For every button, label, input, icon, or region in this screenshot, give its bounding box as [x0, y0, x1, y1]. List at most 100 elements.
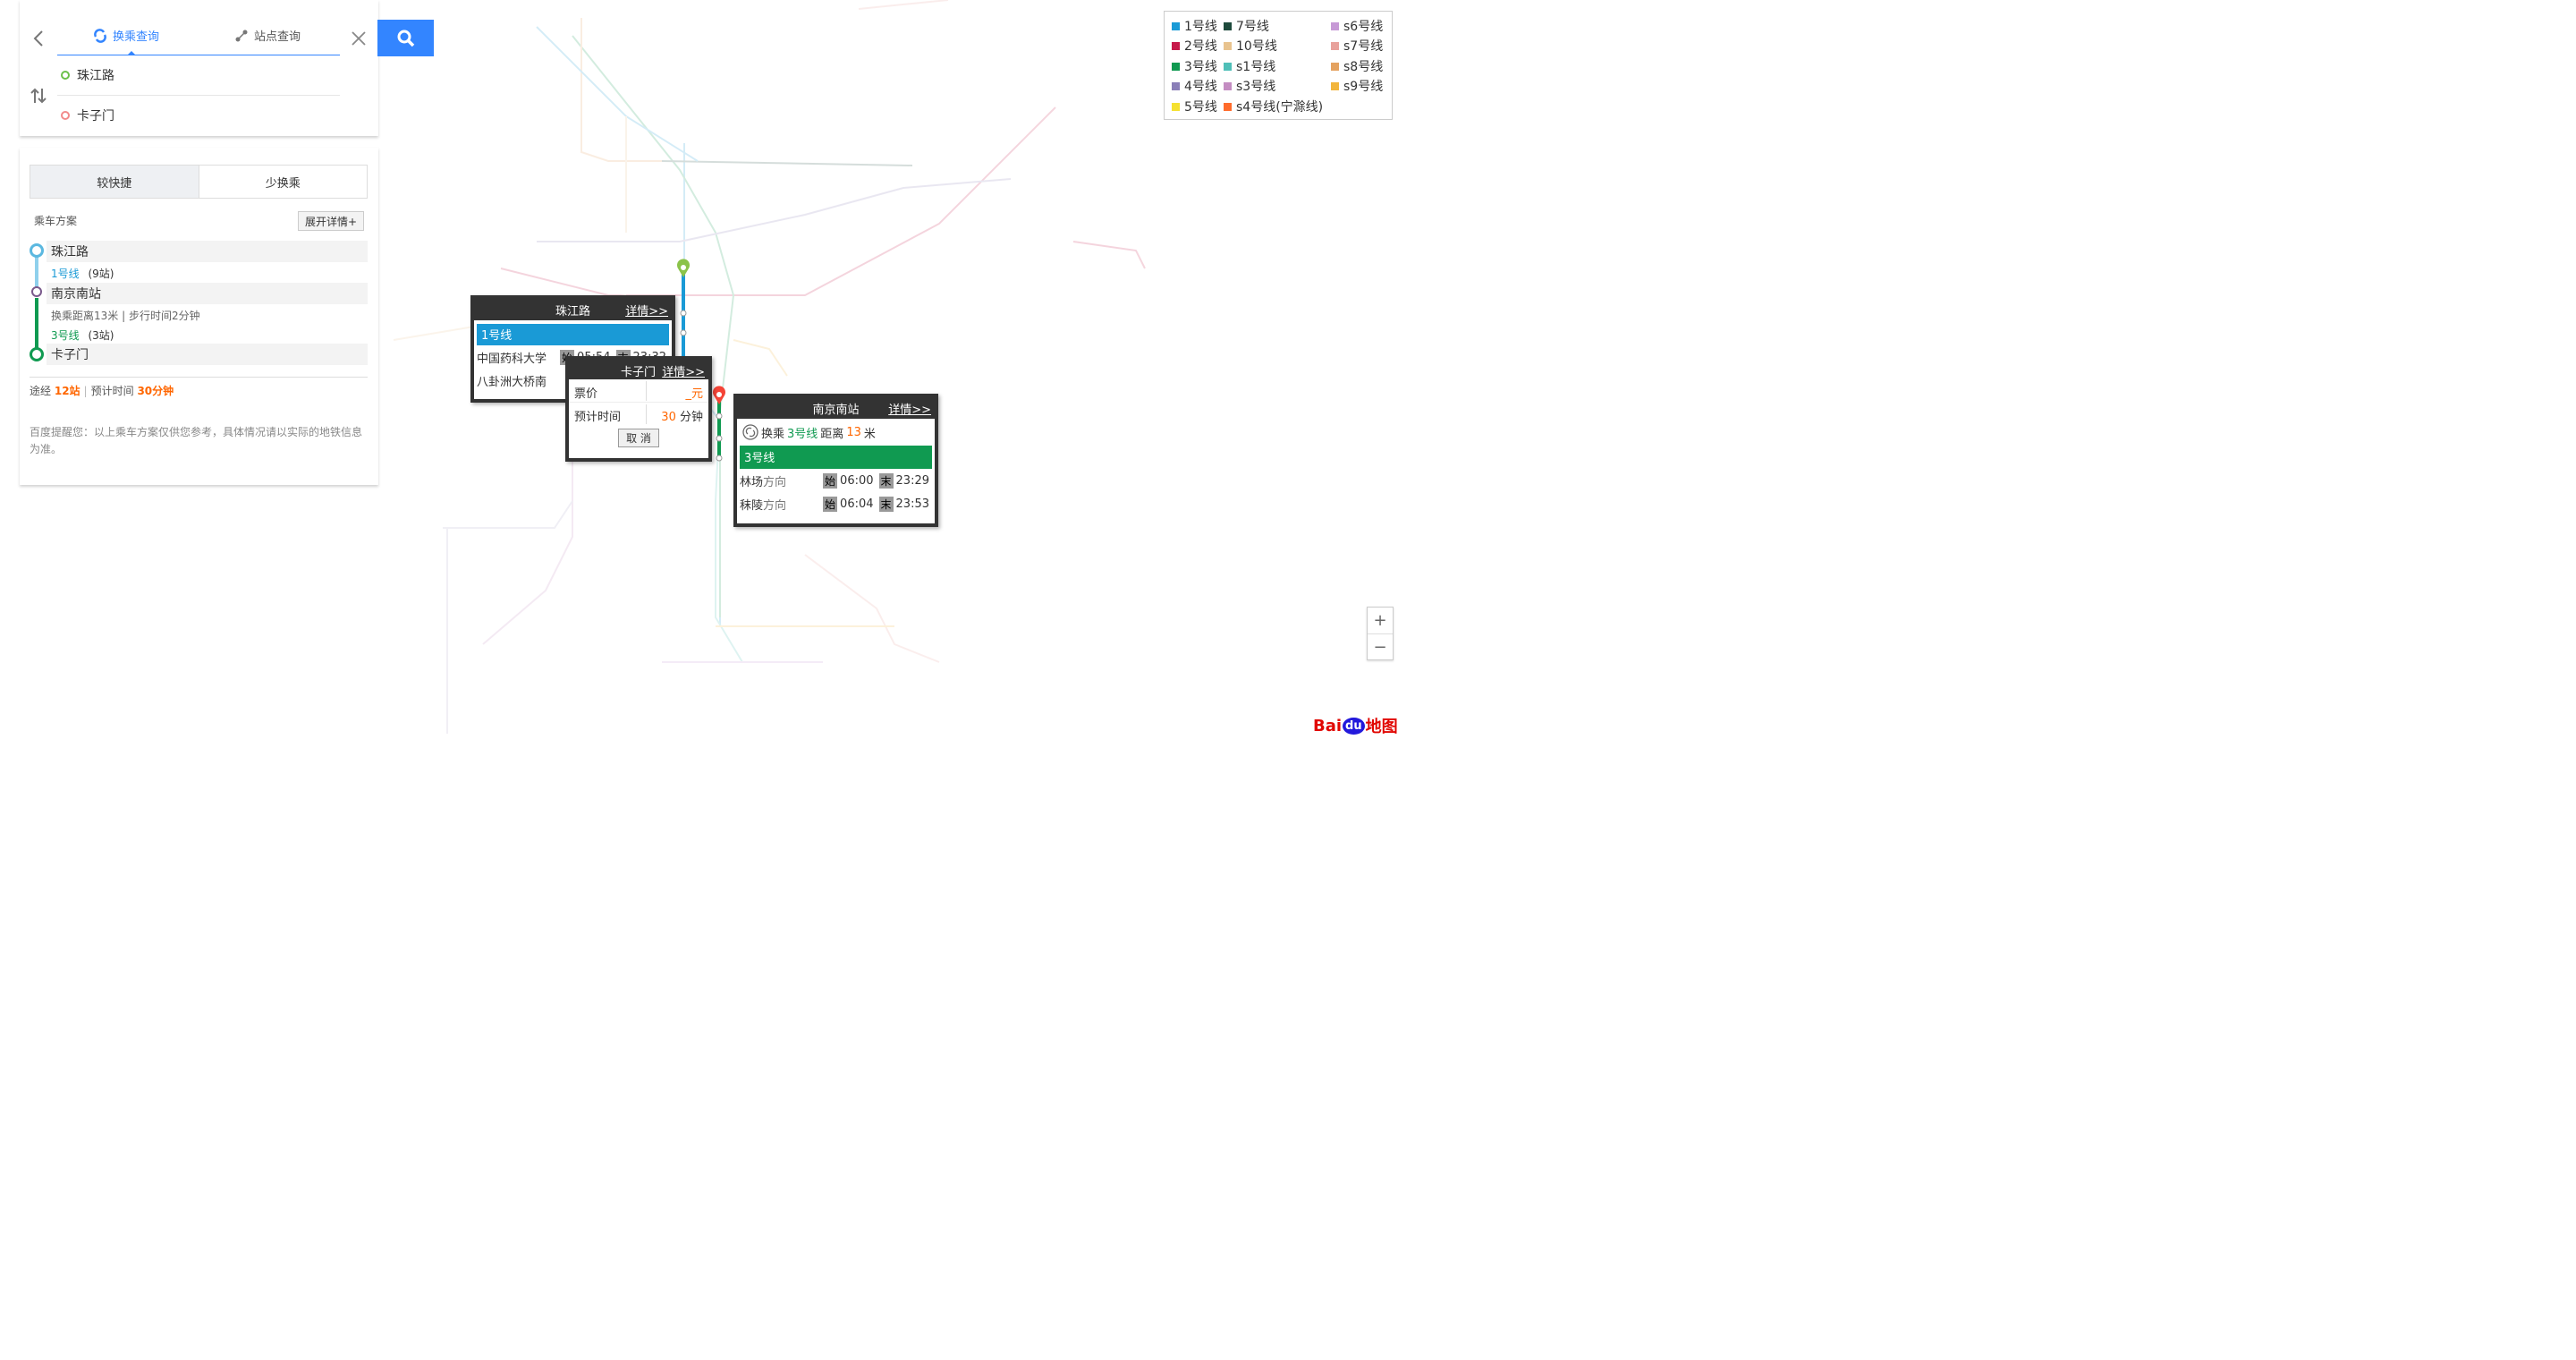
legend-item-line3[interactable]: 3号线 — [1172, 57, 1217, 75]
direction-name: 秣陵 — [740, 498, 764, 513]
legend-swatch — [1224, 21, 1232, 30]
legend-item-line7[interactable]: 7号线 — [1224, 17, 1269, 35]
legend-item-s1[interactable]: s1号线 — [1224, 57, 1275, 75]
legend-swatch — [1331, 62, 1339, 71]
chevron-left-icon — [33, 30, 43, 47]
line3-segment — [35, 298, 38, 353]
route-mode-tabs: 较快捷 少换乘 — [30, 165, 368, 199]
first-train-badge: 始 — [823, 472, 838, 489]
transfer-distance: 13 — [846, 425, 861, 439]
direction-name: 林场 — [740, 475, 764, 489]
leg2-line[interactable]: 3号线 — [51, 329, 80, 342]
legend-label: s1号线 — [1236, 60, 1276, 74]
route-stop-transfer[interactable]: 南京南站 — [47, 283, 368, 304]
leg1-info: 1号线 (9站) — [51, 266, 114, 281]
tab-station-query[interactable]: 站点查询 — [234, 27, 301, 44]
legend-label: 7号线 — [1236, 20, 1269, 34]
direction-name: 中国药科大学 — [477, 352, 547, 366]
time-value: 30 — [661, 411, 676, 424]
legend-item-s9[interactable]: s9号线 — [1331, 77, 1383, 95]
cancel-button[interactable]: 取 消 — [618, 429, 659, 447]
direction-name: 八卦洲大桥南 — [477, 375, 547, 389]
popup-line-bar: 1号线 — [477, 324, 669, 345]
legend-label: 4号线 — [1184, 80, 1217, 94]
popup-detail-link[interactable]: 详情>> — [625, 302, 668, 319]
popup-detail-link[interactable]: 详情>> — [662, 362, 705, 379]
swap-stops-button[interactable] — [29, 86, 48, 106]
back-button[interactable] — [29, 27, 48, 50]
tab-fewer-transfers[interactable]: 少换乘 — [199, 166, 368, 198]
route-stop-start[interactable]: 珠江路 — [47, 241, 368, 262]
field-divider — [57, 95, 340, 96]
legend-label: 1号线 — [1184, 20, 1217, 34]
legend-item-s3[interactable]: s3号线 — [1224, 77, 1275, 95]
legend-item-s6[interactable]: s6号线 — [1331, 17, 1383, 35]
swap-icon — [30, 88, 47, 104]
station-popup-kazimen: 卡子门 详情>> 票价 _元 预计时间 30 分钟 取 消 — [565, 356, 712, 462]
legend-label: s8号线 — [1343, 60, 1384, 74]
transfer-icon — [742, 424, 758, 440]
popup-header: 南京南站 详情>> — [737, 397, 935, 419]
legend-swatch — [1331, 81, 1339, 90]
popup-detail-link[interactable]: 详情>> — [888, 400, 931, 417]
popup-line-bar: 3号线 — [740, 446, 932, 467]
legend-item-line5[interactable]: 5号线 — [1172, 98, 1217, 115]
from-station-field[interactable]: 珠江路 — [61, 58, 338, 92]
legend-swatch — [1224, 62, 1232, 71]
summary-stations: 12站 — [54, 385, 80, 397]
legend-item-line2[interactable]: 2号线 — [1172, 37, 1217, 55]
search-button[interactable] — [377, 20, 434, 56]
legend-swatch — [1331, 21, 1339, 30]
legend-item-s8[interactable]: s8号线 — [1331, 57, 1383, 75]
to-station-field[interactable]: 卡子门 — [61, 98, 338, 132]
legend-item-s4[interactable]: s4号线(宁滁线) — [1224, 98, 1323, 115]
direction-suffix: 方向 — [763, 475, 787, 489]
time-label: 预计时间 — [574, 411, 622, 424]
leg1-line[interactable]: 1号线 — [51, 268, 80, 280]
zoom-out-button[interactable]: − — [1368, 633, 1393, 659]
popup-header: 卡子门 详情>> — [569, 360, 708, 379]
logo-paw-icon: du — [1343, 717, 1365, 735]
route-summary: 途经 12站 | 预计时间 30分钟 — [30, 377, 368, 398]
legend-swatch — [1172, 62, 1180, 71]
zoom-in-button[interactable]: + — [1368, 608, 1393, 633]
fare-value: _元 — [685, 387, 703, 401]
tab-transfer-query[interactable]: 换乘查询 — [93, 27, 159, 44]
transfer-icon — [94, 28, 106, 43]
leg1-count: (9站) — [88, 268, 114, 280]
legend-item-line4[interactable]: 4号线 — [1172, 77, 1217, 95]
station-route-icon — [235, 30, 248, 41]
legend-item-s7[interactable]: s7号线 — [1331, 37, 1383, 55]
end-marker-icon[interactable] — [713, 386, 726, 404]
legend-item-line10[interactable]: 10号线 — [1224, 37, 1277, 55]
close-icon — [352, 31, 366, 46]
leg2-info: 3号线 (3站) — [51, 327, 114, 343]
first-train-time: 06:00 — [840, 473, 874, 488]
tab-fastest[interactable]: 较快捷 — [30, 166, 199, 198]
legend-swatch — [1172, 81, 1180, 90]
fare-label: 票价 — [574, 387, 598, 401]
last-train-time: 23:29 — [895, 473, 929, 488]
transfer-info: 换乘 3号线 距离 13 米 — [737, 419, 935, 446]
close-button[interactable] — [349, 29, 369, 48]
legend-item-line1[interactable]: 1号线 — [1172, 17, 1217, 35]
legend-swatch — [1331, 41, 1339, 50]
time-unit: 分钟 — [679, 411, 703, 424]
search-icon — [397, 30, 414, 47]
summary-time-label: 预计时间 — [90, 385, 134, 397]
legend-swatch — [1172, 102, 1180, 111]
fare-row: 票价 _元 — [569, 379, 708, 403]
direction-row: 林场方向 始 06:00 末 23:29 — [737, 469, 935, 492]
start-dot-icon — [61, 71, 70, 80]
legend-swatch — [1224, 102, 1232, 111]
start-marker-icon[interactable] — [677, 259, 691, 277]
end-station-dot — [30, 347, 44, 361]
legend-label: s7号线 — [1343, 39, 1384, 54]
end-dot-icon — [61, 111, 70, 120]
route-stop-end[interactable]: 卡子门 — [47, 344, 368, 365]
summary-via-label: 途经 — [30, 385, 52, 397]
first-train-time: 06:04 — [840, 497, 874, 511]
start-station-dot — [30, 243, 44, 258]
line-legend: 1号线 2号线 3号线 4号线 5号线 7号线 10号线 s1号线 s3号线 s… — [1164, 11, 1393, 120]
expand-details-button[interactable]: 展开详情+ — [298, 211, 364, 231]
